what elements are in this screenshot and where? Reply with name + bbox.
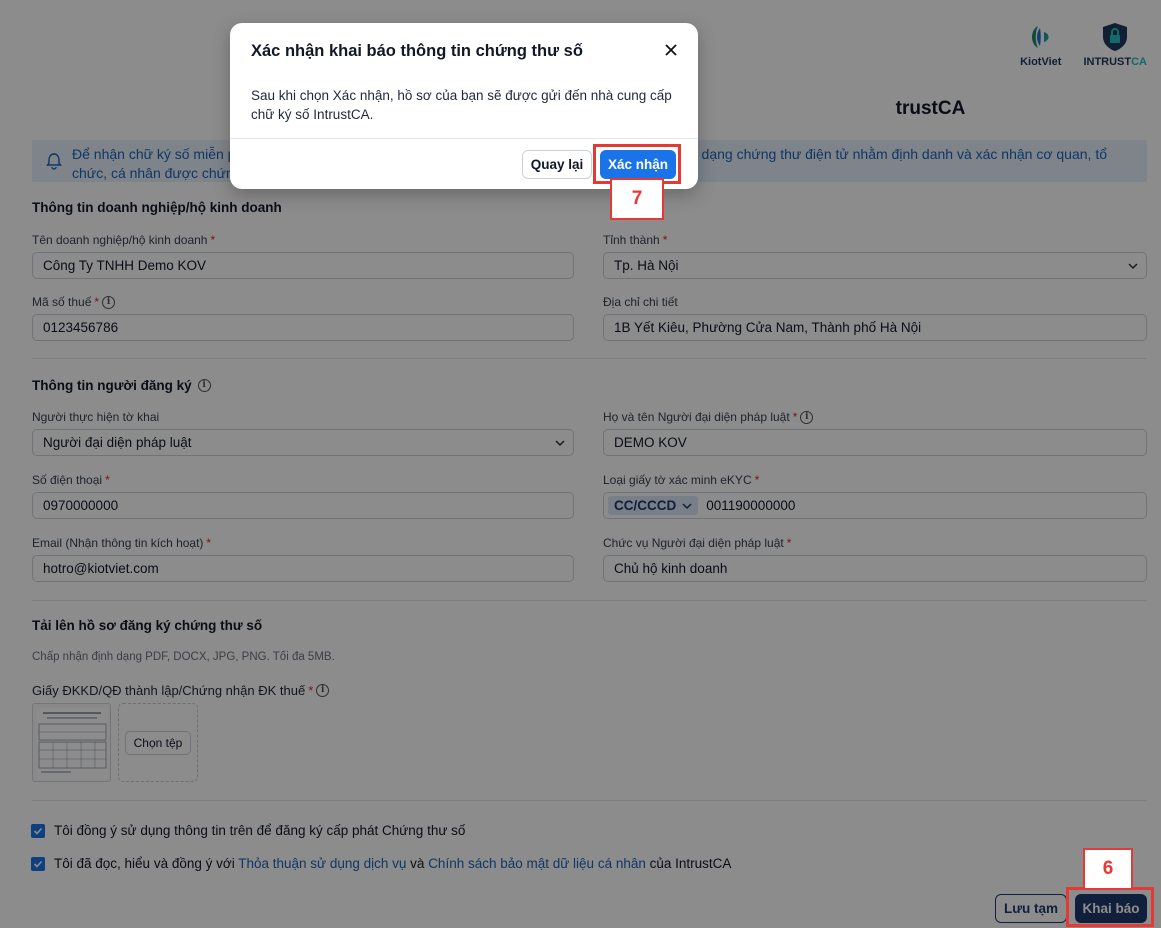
- dialog-message: Sau khi chọn Xác nhận, hồ sơ của bạn sẽ …: [251, 88, 672, 122]
- step-badge-6: 6: [1083, 848, 1133, 890]
- submit-highlight: [1066, 887, 1154, 927]
- close-icon[interactable]: [664, 43, 678, 57]
- dialog-title: Xác nhận khai báo thông tin chứng thư số: [251, 42, 583, 60]
- dialog-divider: [230, 138, 698, 139]
- step-badge-7: 7: [610, 178, 664, 220]
- back-button[interactable]: Quay lại: [522, 150, 592, 179]
